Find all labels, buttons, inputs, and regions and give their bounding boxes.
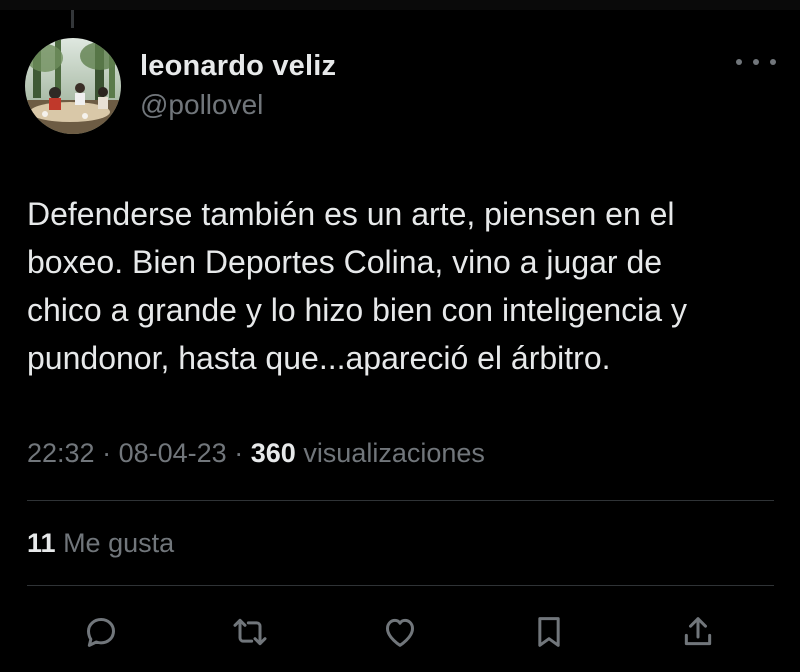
meta-separator: · bbox=[102, 438, 112, 468]
likes-count: 11 bbox=[27, 528, 56, 558]
bookmark-button[interactable] bbox=[527, 610, 571, 654]
likes-label: Me gusta bbox=[63, 528, 175, 558]
thread-connector-line bbox=[71, 10, 74, 28]
more-dot-icon bbox=[753, 59, 759, 65]
bookmark-icon bbox=[538, 617, 560, 647]
like-icon bbox=[386, 618, 414, 647]
action-bar bbox=[0, 610, 800, 654]
divider bbox=[27, 585, 774, 586]
more-options-button[interactable] bbox=[736, 52, 776, 72]
reply-icon bbox=[87, 618, 115, 647]
tweet-date[interactable]: 08-04-23 bbox=[119, 438, 227, 468]
avatar[interactable] bbox=[25, 38, 121, 134]
share-button[interactable] bbox=[676, 610, 720, 654]
share-icon bbox=[684, 617, 712, 646]
meta-separator: · bbox=[234, 438, 244, 468]
likes-link[interactable]: 11 Me gusta bbox=[27, 528, 174, 559]
tweet-time[interactable]: 22:32 bbox=[27, 438, 95, 468]
author-display-name[interactable]: leonardo veliz bbox=[140, 50, 336, 83]
top-bar bbox=[0, 0, 800, 10]
views-label: visualizaciones bbox=[303, 438, 485, 468]
avatar-photo bbox=[25, 38, 121, 134]
author-handle[interactable]: @pollovel bbox=[140, 89, 263, 121]
more-dot-icon bbox=[736, 59, 742, 65]
tweet-meta: 22:32 · 08-04-23 · 360 visualizaciones bbox=[27, 438, 485, 469]
like-button[interactable] bbox=[378, 610, 422, 654]
reply-button[interactable] bbox=[79, 610, 123, 654]
retweet-button[interactable] bbox=[228, 610, 272, 654]
divider bbox=[27, 500, 774, 501]
views-count: 360 bbox=[250, 438, 296, 468]
tweet-text: Defenderse también es un arte, piensen e… bbox=[27, 196, 687, 376]
more-dot-icon bbox=[770, 59, 776, 65]
retweet-icon bbox=[233, 618, 267, 646]
